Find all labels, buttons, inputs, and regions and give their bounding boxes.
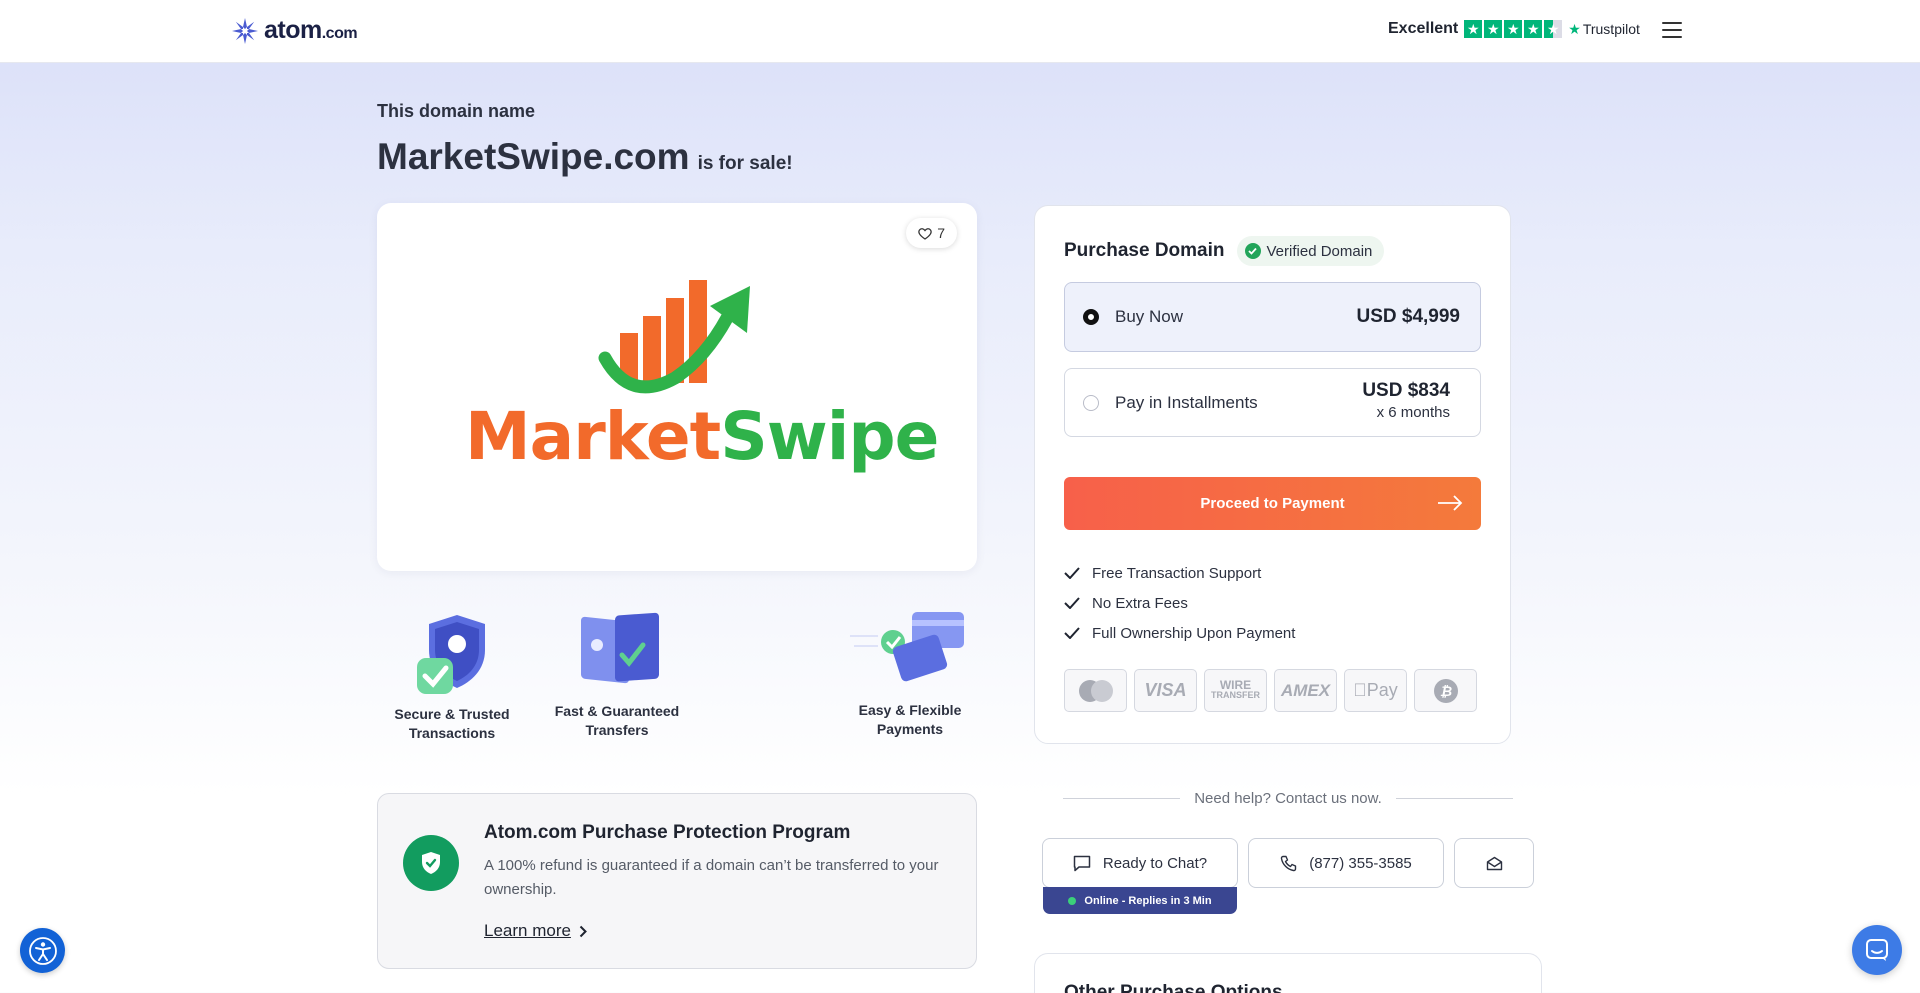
for-sale-text: is for sale! [697, 153, 793, 174]
option-price: USD $834 [1362, 380, 1450, 401]
benefit-item: Full Ownership Upon Payment [1064, 618, 1295, 648]
proceed-to-payment-button[interactable]: Proceed to Payment [1064, 477, 1481, 530]
domain-name: MarketSwipe.com [377, 136, 690, 177]
svg-text:₿: ₿ [1439, 684, 1451, 700]
atom-logo[interactable]: atom.com [231, 16, 358, 45]
option-note: x 6 months [1376, 404, 1450, 421]
email-button[interactable] [1454, 838, 1534, 888]
mastercard-icon [1064, 669, 1127, 712]
online-dot-icon [1068, 896, 1077, 905]
learn-more-label: Learn more [484, 921, 571, 940]
live-chat-launcher[interactable] [1852, 925, 1902, 975]
phone-icon [1280, 855, 1297, 871]
trustpilot-star-icon: ★ [1568, 20, 1581, 37]
chat-label: Ready to Chat? [1102, 854, 1208, 872]
like-count: 7 [937, 225, 945, 241]
trustpilot-brand: Trustpilot [1582, 21, 1640, 37]
trust-label: Excellent [1388, 20, 1459, 37]
domain-logo-card: 7 MarketSwipe [377, 203, 977, 571]
verified-badge: Verified Domain [1236, 236, 1385, 266]
amex-icon: AMEX [1274, 669, 1337, 712]
benefit-item: Free Transaction Support [1064, 558, 1295, 588]
proceed-label: Proceed to Payment [1200, 495, 1345, 512]
bitcoin-icon: ₿ [1414, 669, 1477, 712]
trust-stars: ★ ★ ★ ★ ★ [1464, 20, 1563, 38]
check-icon [1064, 627, 1080, 639]
brand-part-market: Market [465, 398, 721, 475]
protection-text: A 100% refund is guaranteed if a domain … [484, 857, 939, 898]
chat-launcher-icon [1866, 939, 1888, 961]
purchase-card: Purchase Domain Verified Domain Buy Now … [1034, 205, 1511, 744]
menu-icon[interactable] [1662, 22, 1682, 38]
accessibility-icon [28, 936, 57, 965]
brand-part-swipe: Swipe [720, 398, 939, 475]
other-options-card: Other Purchase Options [1034, 953, 1542, 993]
trustpilot-rating[interactable]: Excellent ★ ★ ★ ★ ★ ★ Trustpilot [1388, 20, 1640, 38]
features-row: Secure & Trusted Transactions Fast & Guar… [377, 610, 977, 760]
option-price: USD $4,999 [1356, 306, 1460, 327]
payment-methods: VISA WIRETRANSFER AMEX Pay ₿ [1064, 669, 1477, 712]
star-icon: ★ [1484, 20, 1503, 38]
learn-more-link[interactable]: Learn more [484, 921, 587, 941]
purchase-protection-box: Atom.com Purchase Protection Program A 1… [377, 793, 977, 969]
option-installments[interactable]: Pay in Installments USD $834 x 6 months [1064, 368, 1481, 437]
credit-card-icon [850, 612, 964, 682]
chat-bubble-icon [1073, 855, 1091, 871]
radio-button[interactable] [1083, 394, 1099, 411]
feature-label: Secure & Trusted Transactions [394, 706, 510, 741]
option-label: Buy Now [1115, 307, 1184, 326]
benefits-list: Free Transaction Support No Extra Fees F… [1064, 558, 1295, 648]
logo-suffix: .com [321, 25, 358, 42]
benefit-item: No Extra Fees [1064, 588, 1295, 618]
option-buy-now[interactable]: Buy Now USD $4,999 [1064, 282, 1481, 352]
transfer-icon [581, 612, 659, 684]
atom-logo-icon [232, 17, 258, 44]
feature-label: Fast & Guaranteed Transfers [554, 703, 680, 738]
heart-icon [918, 227, 932, 240]
chevron-right-icon [579, 925, 587, 937]
half-star-icon: ★ [1544, 20, 1563, 38]
feature-secure: Secure & Trusted Transactions [377, 610, 527, 743]
radio-button[interactable] [1083, 309, 1099, 325]
check-icon [1064, 597, 1080, 609]
intro-text: This domain name [377, 101, 536, 121]
option-label: Pay in Installments [1115, 392, 1258, 412]
like-button[interactable]: 7 [906, 218, 957, 248]
phone-number: (877) 355-3585 [1309, 854, 1412, 872]
star-icon: ★ [1504, 20, 1523, 38]
envelope-icon [1486, 856, 1502, 870]
check-icon [1064, 567, 1080, 579]
accessibility-button[interactable] [20, 928, 65, 973]
feature-label: Easy & Flexible Payments [858, 702, 962, 737]
chat-button[interactable]: Ready to Chat? [1042, 838, 1238, 888]
marketswipe-logo: MarketSwipe [465, 278, 939, 488]
help-text: Need help? Contact us now. [1194, 790, 1382, 807]
protection-shield-icon [403, 835, 459, 891]
phone-button[interactable]: (877) 355-3585 [1248, 838, 1444, 888]
chat-status-text: Online - Replies in 3 Min [1084, 894, 1212, 907]
top-nav-bar: atom.com Excellent ★ ★ ★ ★ ★ ★ Trustpilot [0, 0, 1920, 63]
feature-transfers: Fast & Guaranteed Transfers [532, 605, 702, 740]
purchase-title: Purchase Domain [1064, 240, 1225, 261]
feature-payments: Easy & Flexible Payments [835, 606, 985, 739]
chat-status-badge: Online - Replies in 3 Min [1043, 887, 1237, 914]
wire-transfer-icon: WIRE TRANSFER [1204, 669, 1267, 712]
star-icon: ★ [1524, 20, 1543, 38]
arrow-right-icon [1438, 495, 1463, 511]
shield-check-icon [417, 615, 485, 694]
logo-text: atom [264, 16, 322, 44]
growth-chart-icon [598, 280, 750, 394]
visa-icon: VISA [1134, 669, 1197, 712]
domain-heading: MarketSwipe.com is for sale! [377, 136, 793, 178]
verified-label: Verified Domain [1266, 242, 1373, 260]
apple-pay-icon: Pay [1344, 669, 1407, 712]
other-options-title: Other Purchase Options [1064, 982, 1283, 993]
help-divider: Need help? Contact us now. [1063, 790, 1513, 807]
star-icon: ★ [1464, 20, 1483, 38]
protection-title: Atom.com Purchase Protection Program [484, 822, 851, 843]
verified-check-icon [1244, 243, 1261, 259]
